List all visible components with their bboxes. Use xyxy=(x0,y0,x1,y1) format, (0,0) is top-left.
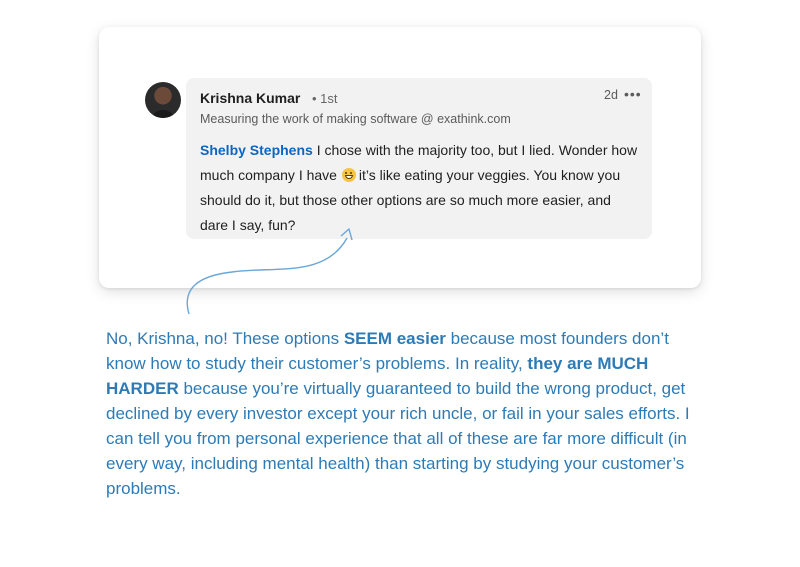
annotation-bold1: SEEM easier xyxy=(343,329,446,348)
annotation-text: No, Krishna, no! These options SEEM easi… xyxy=(106,326,706,501)
arrow-curve xyxy=(186,237,348,315)
annotation-part3: because you’re virtually guaranteed to b… xyxy=(106,379,690,498)
annotation-part1: No, Krishna, no! These options xyxy=(106,329,344,348)
